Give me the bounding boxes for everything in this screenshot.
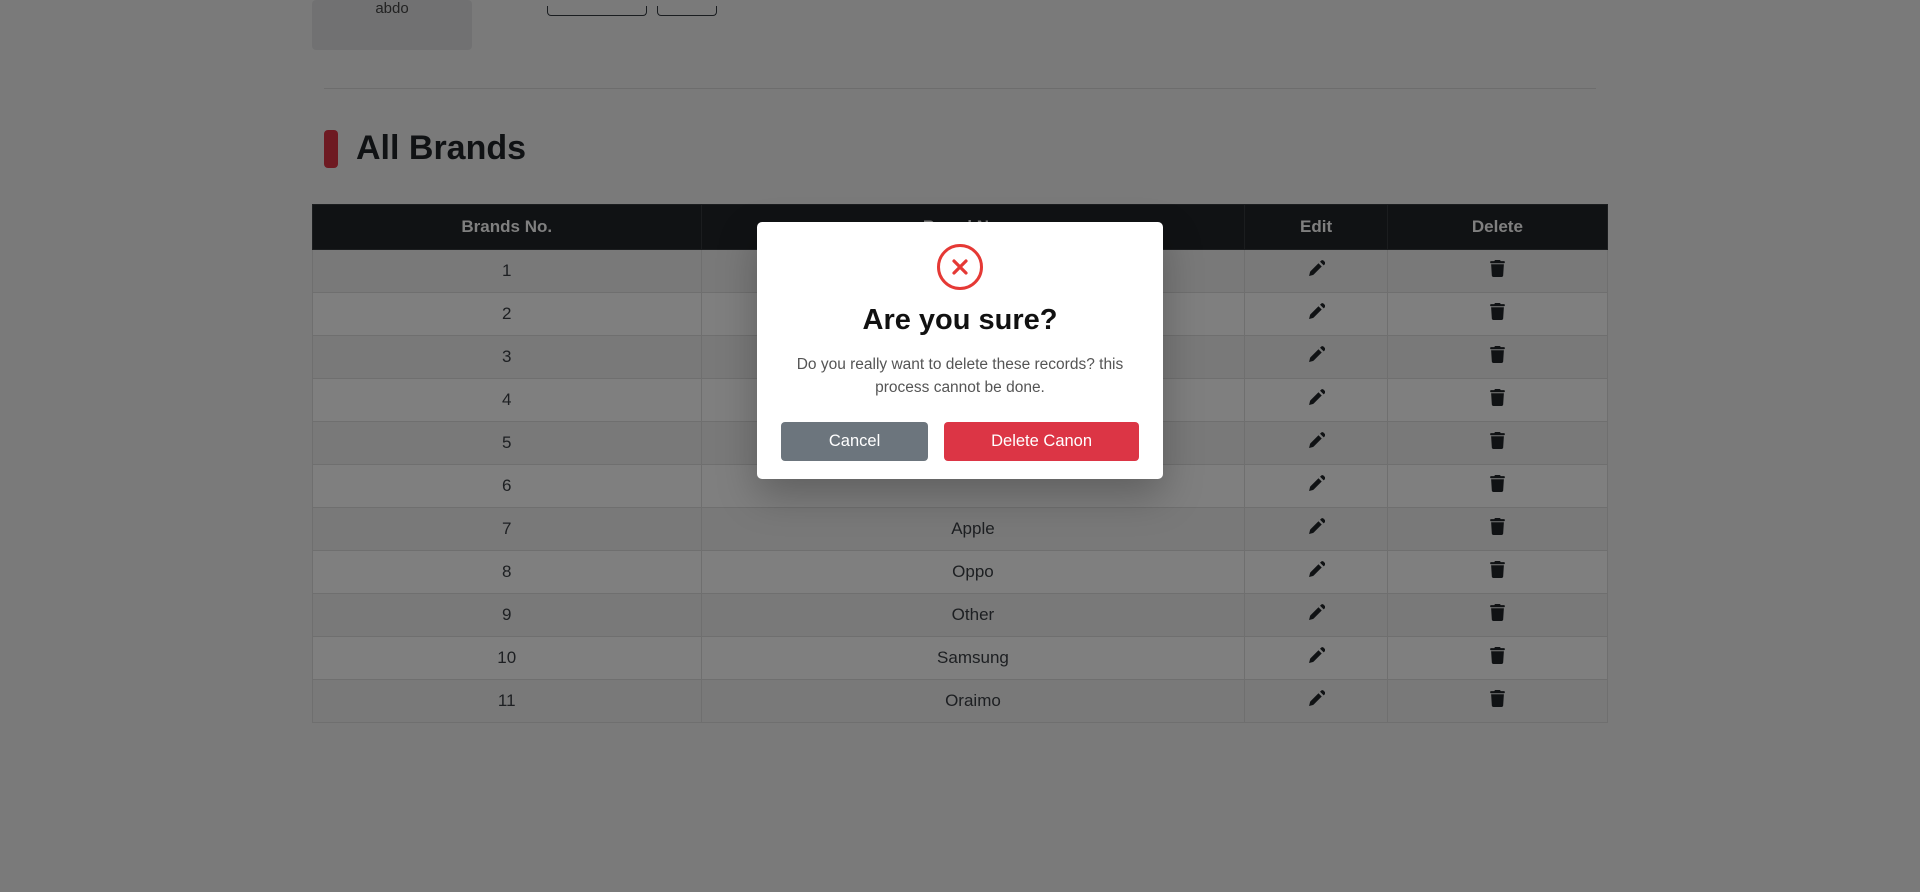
modal-overlay[interactable]: Are you sure? Do you really want to dele…	[0, 0, 1920, 892]
delete-confirm-button[interactable]: Delete Canon	[944, 422, 1139, 461]
cancel-button[interactable]: Cancel	[781, 422, 928, 461]
modal-title: Are you sure?	[781, 304, 1139, 337]
close-circle-icon	[937, 244, 983, 290]
confirm-delete-modal: Are you sure? Do you really want to dele…	[757, 222, 1163, 479]
modal-body: Do you really want to delete these recor…	[781, 353, 1139, 400]
